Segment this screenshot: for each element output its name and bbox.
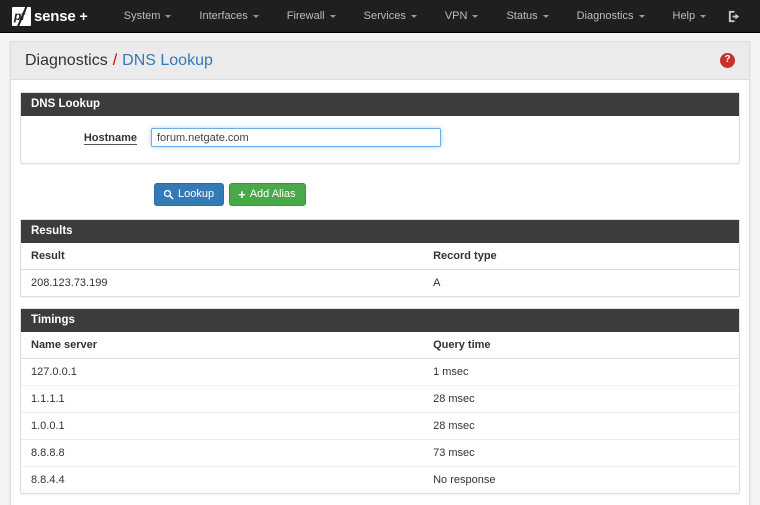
nav-item-system[interactable]: System [110, 2, 186, 30]
nav-item-label: VPN [444, 10, 468, 22]
hostname-form-row: Hostname [31, 126, 729, 151]
logout-button[interactable] [727, 9, 750, 24]
nav-item-label: Diagnostics [576, 10, 634, 22]
chevron-down-icon [329, 15, 336, 18]
table-row: 8.8.8.8 73 msec [21, 439, 739, 467]
results-column-record-type: Record type [423, 243, 739, 270]
name-server-value: 127.0.0.1 [21, 358, 424, 386]
help-icon[interactable]: ? [720, 53, 735, 68]
hostname-label-text: Hostname [83, 131, 137, 145]
table-row: 127.0.0.1 1 msec [21, 358, 739, 386]
search-icon [163, 189, 174, 200]
chevron-down-icon [700, 15, 707, 18]
query-time-value: No response [433, 474, 496, 486]
nav-item-services[interactable]: Services [350, 2, 431, 30]
action-button-row: Lookup + Add Alias [20, 175, 740, 208]
nav-item-help[interactable]: Help [659, 2, 721, 30]
results-column-result: Result [21, 243, 424, 270]
name-server-value: 1.0.0.1 [21, 412, 424, 440]
timings-column-query-time: Query time [423, 332, 739, 359]
name-server-value: 8.8.8.8 [21, 439, 424, 467]
chevron-down-icon [165, 15, 172, 18]
pfsense-logo-mark: pf [12, 6, 31, 26]
nav-item-label: System [123, 10, 161, 22]
nav-menu: System Interfaces Firewall Services VPN … [110, 2, 720, 30]
chevron-down-icon [410, 15, 417, 18]
name-server-value: 1.1.1.1 [21, 385, 424, 413]
plus-icon: + [238, 187, 246, 202]
record-type-value: A [433, 277, 441, 289]
pfsense-logo[interactable]: pf sense + [8, 6, 88, 26]
query-time-value: 28 msec [423, 412, 739, 440]
dns-lookup-panel-title: DNS Lookup [21, 93, 739, 116]
results-table: Result Record type 208.123.73.199 A [21, 243, 739, 296]
nav-item-label: Firewall [286, 10, 325, 22]
nav-item-firewall[interactable]: Firewall [273, 2, 350, 30]
results-panel-title: Results [21, 220, 739, 243]
breadcrumb: Diagnostics / DNS Lookup ? [11, 42, 749, 80]
nav-item-diagnostics[interactable]: Diagnostics [563, 2, 659, 30]
hostname-label: Hostname [31, 131, 151, 145]
nav-item-label: Interfaces [199, 10, 248, 22]
nav-item-status[interactable]: Status [492, 2, 562, 30]
lookup-button-label: Lookup [178, 188, 215, 200]
timings-panel: Timings Name server Query time 127.0.0.1… [20, 308, 740, 494]
sign-out-icon [728, 10, 740, 22]
chevron-down-icon [638, 15, 645, 18]
chevron-down-icon [542, 15, 549, 18]
breadcrumb-root[interactable]: Diagnostics [25, 52, 108, 70]
chevron-down-icon [252, 15, 259, 18]
timings-table: Name server Query time 127.0.0.1 1 msec … [21, 332, 739, 493]
result-value: 208.123.73.199 [31, 277, 108, 289]
table-row: 1.1.1.1 28 msec [21, 385, 739, 413]
page-wrapper: Diagnostics / DNS Lookup ? DNS Lookup Ho… [0, 33, 760, 505]
dns-lookup-panel-body: Hostname [21, 116, 739, 163]
query-time-value: 1 msec [423, 358, 739, 386]
breadcrumb-separator: / [112, 51, 118, 69]
brand-name: sense [34, 7, 76, 25]
timings-table-header-row: Name server Query time [21, 332, 739, 359]
top-navbar: pf sense + System Interfaces Firewall Se… [0, 0, 760, 33]
timings-column-name-server: Name server [21, 332, 424, 359]
nav-item-label: Status [506, 10, 538, 22]
hostname-input[interactable] [151, 128, 441, 147]
nav-item-label: Help [672, 10, 696, 22]
results-panel: Results Result Record type 208.123.73.19… [20, 219, 740, 297]
add-alias-button[interactable]: + Add Alias [229, 183, 306, 206]
chevron-down-icon [472, 15, 479, 18]
nav-item-vpn[interactable]: VPN [431, 2, 493, 30]
name-server-value: 8.8.4.4 [31, 474, 65, 486]
dns-lookup-panel: DNS Lookup Hostname [20, 92, 740, 164]
add-alias-button-label: Add Alias [249, 188, 296, 200]
nav-item-interfaces[interactable]: Interfaces [185, 2, 272, 30]
table-row: 8.8.4.4 No response [21, 467, 739, 494]
help-icon-glyph: ? [724, 54, 731, 65]
query-time-value: 73 msec [423, 439, 739, 467]
query-time-value: 28 msec [423, 385, 739, 413]
table-row: 208.123.73.199 A [21, 270, 739, 297]
content-container: Diagnostics / DNS Lookup ? DNS Lookup Ho… [10, 41, 750, 505]
brand-plus: + [79, 8, 88, 24]
table-row: 1.0.0.1 28 msec [21, 412, 739, 440]
lookup-button[interactable]: Lookup [154, 183, 225, 206]
nav-item-label: Services [363, 10, 406, 22]
page-title[interactable]: DNS Lookup [122, 52, 213, 70]
timings-panel-title: Timings [21, 309, 739, 332]
results-table-header-row: Result Record type [21, 243, 739, 270]
